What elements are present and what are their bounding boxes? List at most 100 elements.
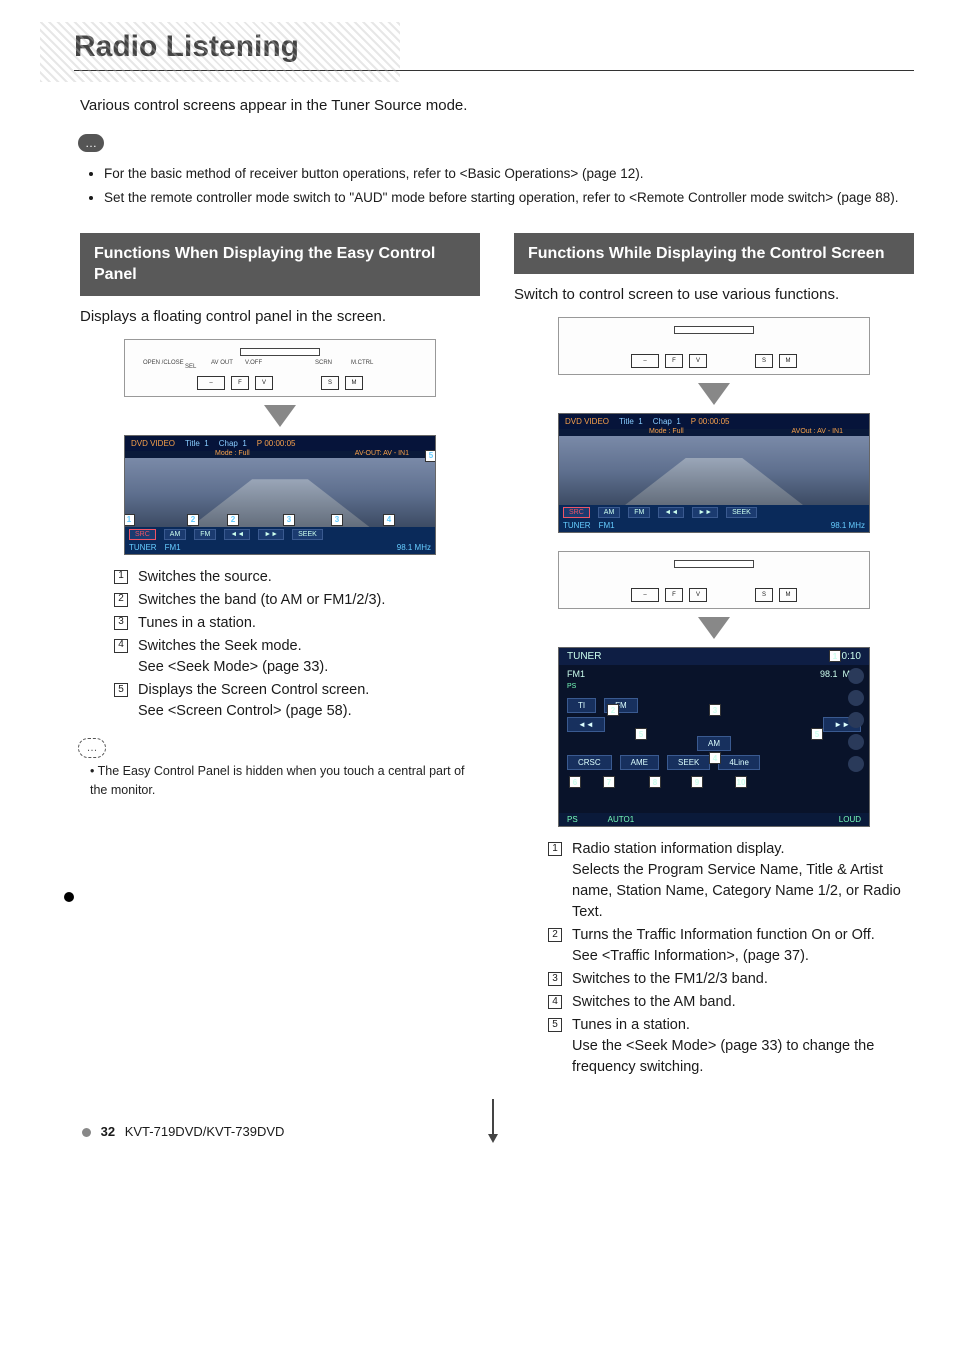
intro-text: Various control screens appear in the Tu… [80, 97, 914, 114]
legend-text: Displays the Screen Control screen. [138, 682, 369, 698]
src-button: SRC [129, 529, 156, 540]
device-label: SCRN [315, 360, 332, 366]
sub-note-icon [78, 738, 106, 758]
callout-box: 3 [709, 704, 721, 716]
callout-box: 10 [735, 776, 747, 788]
legend-text: Turns the Traffic Information function O… [572, 927, 875, 943]
right-column: Functions While Displaying the Control S… [514, 233, 914, 1089]
page-number: 32 [101, 1124, 115, 1139]
fm-button: FM [194, 529, 216, 540]
callout-box: 5 [811, 728, 823, 740]
legend-text: Switches to the AM band. [572, 992, 736, 1013]
legend-left: 1Switches the source. 2Switches the band… [114, 567, 480, 722]
section-sub-right: Switch to control screen to use various … [514, 284, 914, 305]
prev-button: ◄◄ [224, 529, 250, 540]
next-button: ►► [258, 529, 284, 540]
device-label: M.CTRL [351, 360, 373, 366]
legend-num: 2 [114, 593, 128, 607]
callout-box: 9 [691, 776, 703, 788]
section-sub-left: Displays a floating control panel in the… [80, 306, 480, 327]
callout-box: 7 [603, 776, 615, 788]
device-button: – [631, 588, 659, 602]
dvd-avout-label: AV-OUT: AV - IN1 [355, 450, 409, 457]
callout-box: 6 [569, 776, 581, 788]
device-button: S [321, 376, 339, 390]
device-label: V.OFF [245, 360, 262, 366]
section-heading-right: Functions While Displaying the Control S… [514, 233, 914, 275]
legend-num: 3 [114, 616, 128, 630]
legend-text: Radio station information display. [572, 841, 785, 857]
legend-text: See <Seek Mode> (page 33). [138, 659, 328, 675]
legend-right: 1 Radio station information display. Selec… [548, 839, 914, 1078]
legend-text: See <Screen Control> (page 58). [138, 703, 352, 719]
left-column: Functions When Displaying the Easy Contr… [80, 233, 480, 1089]
legend-text: Switches to the FM1/2/3 band. [572, 969, 768, 990]
callout-box: 5 [635, 728, 647, 740]
device-button: F [665, 588, 683, 602]
device-label: AV OUT [211, 360, 233, 366]
device-button: – [631, 354, 659, 368]
ti-button: TI [567, 698, 596, 713]
prev-button: ◄◄ [567, 717, 605, 732]
page-title: Radio Listening [74, 30, 914, 71]
legend-num: 4 [114, 639, 128, 653]
device-button: M [779, 354, 797, 368]
arrow-down-icon [264, 405, 296, 427]
callout-box: 8 [649, 776, 661, 788]
section-heading-left: Functions When Displaying the Easy Contr… [80, 233, 480, 296]
legend-num: 1 [114, 570, 128, 584]
legend-text: Switches the band (to AM or FM1/2/3). [138, 590, 385, 611]
device-button: S [755, 354, 773, 368]
legend-num: 5 [548, 1018, 562, 1032]
device-panel-illustration: – F V S M [558, 551, 870, 609]
device-label: OPEN /CLOSE [143, 360, 184, 366]
status-loud: LOUD [839, 815, 861, 824]
callout-box: 3 [331, 514, 343, 526]
page-notes: For the basic method of receiver button … [90, 164, 914, 209]
callout-box: 2 [607, 704, 619, 716]
note-item: Set the remote controller mode switch to… [104, 188, 914, 208]
dvd-source-label: DVD VIDEO [131, 439, 175, 448]
legend-num: 4 [548, 995, 562, 1009]
tuner-side-icons [845, 668, 867, 808]
band-label: FM1 [165, 543, 181, 552]
tuner-label: TUNER [129, 543, 157, 552]
callout-box: 4 [709, 752, 721, 764]
legend-text: Tunes in a station. [572, 1017, 690, 1033]
callout-box: 2 [227, 514, 239, 526]
device-button: F [665, 354, 683, 368]
footer-model: KVT-719DVD/KVT-739DVD [125, 1124, 285, 1139]
device-button: V [689, 354, 707, 368]
callout-box: 3 [283, 514, 295, 526]
device-button: M [345, 376, 363, 390]
status-auto: AUTO1 [608, 815, 635, 824]
legend-text: Use the <Seek Mode> (page 33) to change … [572, 1038, 874, 1075]
tuner-freq: 98.1 [820, 669, 838, 679]
freq-label: 98.1 MHz [397, 543, 431, 552]
device-button: S [755, 588, 773, 602]
callout-box: 1 [124, 514, 135, 526]
fourline-button: 4Line [718, 755, 760, 770]
tuner-title: TUNER [567, 651, 601, 662]
legend-num: 2 [548, 928, 562, 942]
device-panel-illustration: – F V S M [558, 317, 870, 375]
dvd-mode-label: Mode : Full [215, 450, 250, 457]
am-button: AM [697, 736, 731, 751]
tuner-ps-label: PS [567, 683, 576, 690]
seek-button: SEEK [292, 529, 323, 540]
legend-text: Selects the Program Service Name, Title … [572, 862, 901, 920]
decorative-dot [64, 892, 74, 902]
ame-button: AME [620, 755, 659, 770]
device-button: F [231, 376, 249, 390]
dvd-screen-illustration-right: DVD VIDEO Title 1 Chap 1 P 00:00:05 Mode… [558, 413, 870, 533]
device-label: SEL [185, 364, 196, 370]
dvd-screen-illustration-left: DVD VIDEO Title 1 Chap 1 P 00:00:05 Mode… [124, 435, 436, 555]
crsc-button: CRSC [567, 755, 612, 770]
legend-text: See <Traffic Information>, (page 37). [572, 948, 809, 964]
seek-button: SEEK [667, 755, 710, 770]
device-button: V [689, 588, 707, 602]
callout-box: 4 [383, 514, 395, 526]
device-button: M [779, 588, 797, 602]
page-footer: 32 KVT-719DVD/KVT-739DVD [80, 1124, 914, 1139]
legend-num: 1 [548, 842, 562, 856]
